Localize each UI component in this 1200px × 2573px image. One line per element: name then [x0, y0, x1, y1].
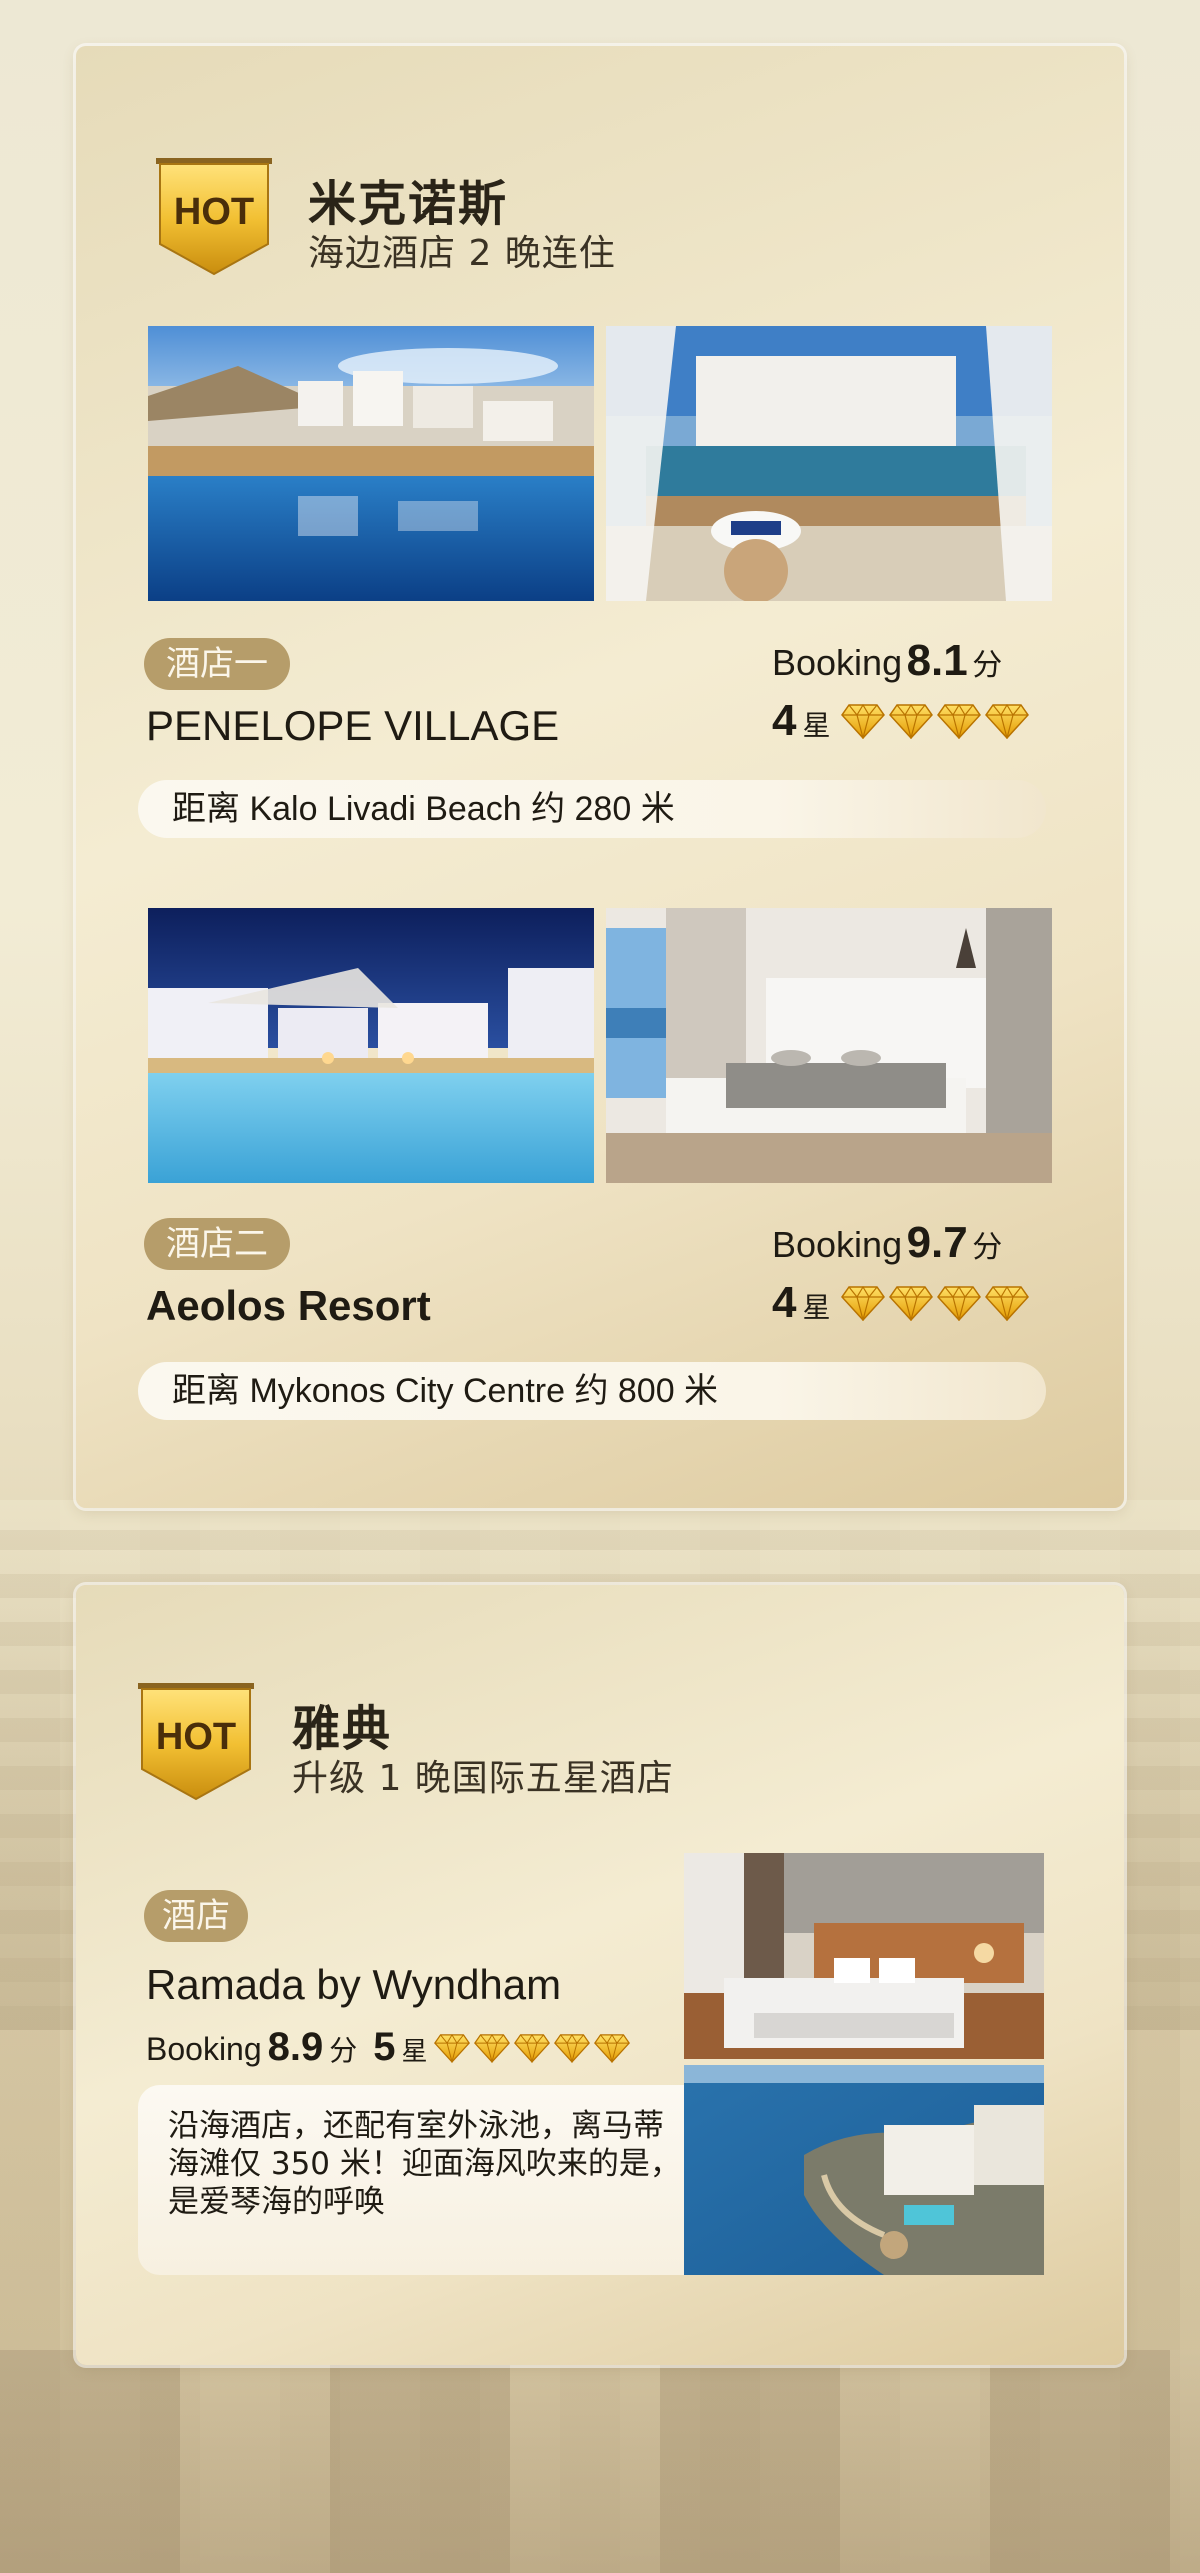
diamond-star-icon — [593, 2033, 630, 2063]
sea-view-lounge-photo — [606, 326, 1052, 601]
diamond-star-icon — [888, 703, 933, 739]
section-subtitle: 海边酒店 2 晚连住 — [308, 233, 616, 274]
star-rating: 4 星 — [772, 696, 1029, 746]
hotel-name: Ramada by Wyndham — [146, 1961, 562, 2008]
diamond-star-icon — [984, 1285, 1029, 1321]
booking-score: Booking 8.9 分 5 星 — [146, 2025, 630, 2070]
hotel-tag: 酒店一 — [144, 638, 290, 690]
booking-score: Booking 9.7 分 — [772, 1218, 1003, 1267]
distance-info: 距离 Kalo Livadi Beach 约 280 米 — [138, 780, 1046, 838]
athens-section-card: HOT 雅典 升级 1 晚国际五星酒店 酒店 Ramada by Wyndham… — [76, 1585, 1124, 2365]
hotel-bedroom-photo — [684, 1853, 1044, 2059]
booking-score: Booking 8.1 分 — [772, 636, 1003, 685]
hotel-description: 沿海酒店，还配有室外泳池，离马蒂海滩仅 350 米！迎面海风吹来的是，是爱琴海的… — [138, 2085, 718, 2275]
diamond-star-icon — [888, 1285, 933, 1321]
diamond-star-icon — [936, 703, 981, 739]
pool-terrace-photo — [148, 326, 594, 601]
diamond-star-icon — [473, 2033, 510, 2063]
hotel-name: Aeolos Resort — [146, 1282, 431, 1329]
diamond-star-icon — [553, 2033, 590, 2063]
diamond-star-icon — [840, 1285, 885, 1321]
hot-badge-text: HOT — [156, 1716, 236, 1758]
diamond-star-icon — [840, 703, 885, 739]
coastal-aerial-photo — [684, 2065, 1044, 2275]
diamond-star-icon — [936, 1285, 981, 1321]
hotel-tag: 酒店 — [144, 1890, 248, 1942]
hot-badge-icon: HOT — [154, 158, 274, 276]
mykonos-section-card: HOT 米克诺斯 海边酒店 2 晚连住 酒店一 PENELOPE VILLAGE… — [76, 46, 1124, 1508]
star-rating: 4 星 — [772, 1278, 1029, 1328]
night-pool-photo — [148, 908, 594, 1183]
background-lounge — [0, 2350, 1200, 2573]
hot-badge-icon: HOT — [136, 1683, 256, 1801]
diamond-star-icon — [433, 2033, 470, 2063]
white-bedroom-photo — [606, 908, 1052, 1183]
hotel-tag: 酒店二 — [144, 1218, 290, 1270]
hot-badge-text: HOT — [174, 191, 254, 233]
distance-info: 距离 Mykonos City Centre 约 800 米 — [138, 1362, 1046, 1420]
hotel-name: PENELOPE VILLAGE — [146, 702, 560, 749]
section-subtitle: 升级 1 晚国际五星酒店 — [292, 1758, 674, 1799]
diamond-star-icon — [513, 2033, 550, 2063]
diamond-star-icon — [984, 703, 1029, 739]
